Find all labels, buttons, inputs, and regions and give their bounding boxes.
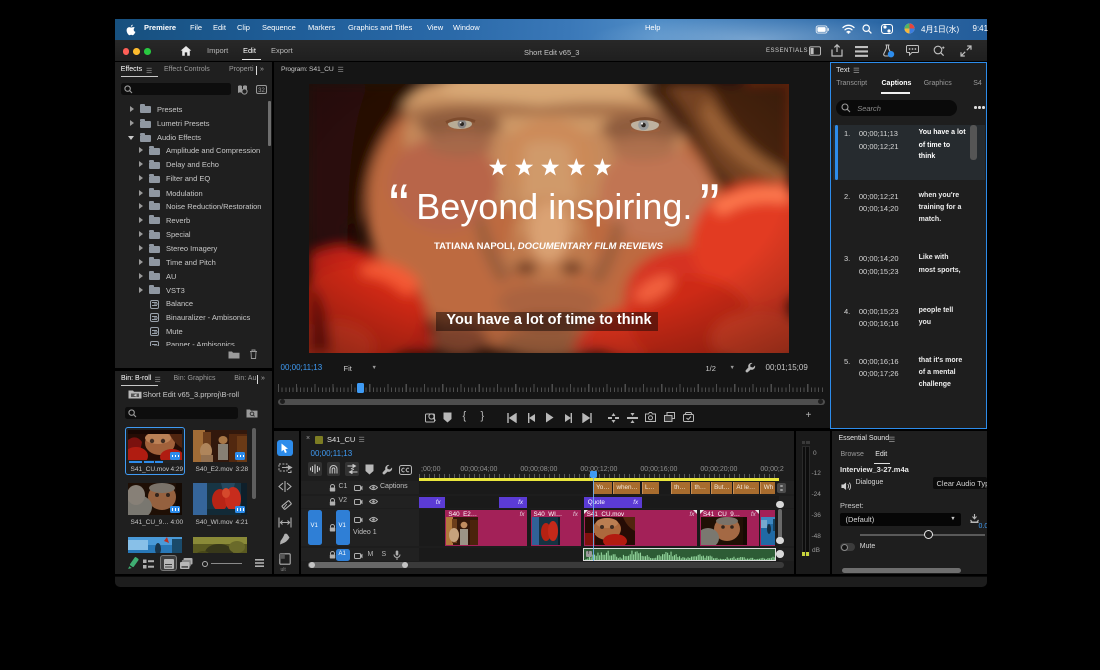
svg-text:32: 32 bbox=[258, 88, 265, 94]
